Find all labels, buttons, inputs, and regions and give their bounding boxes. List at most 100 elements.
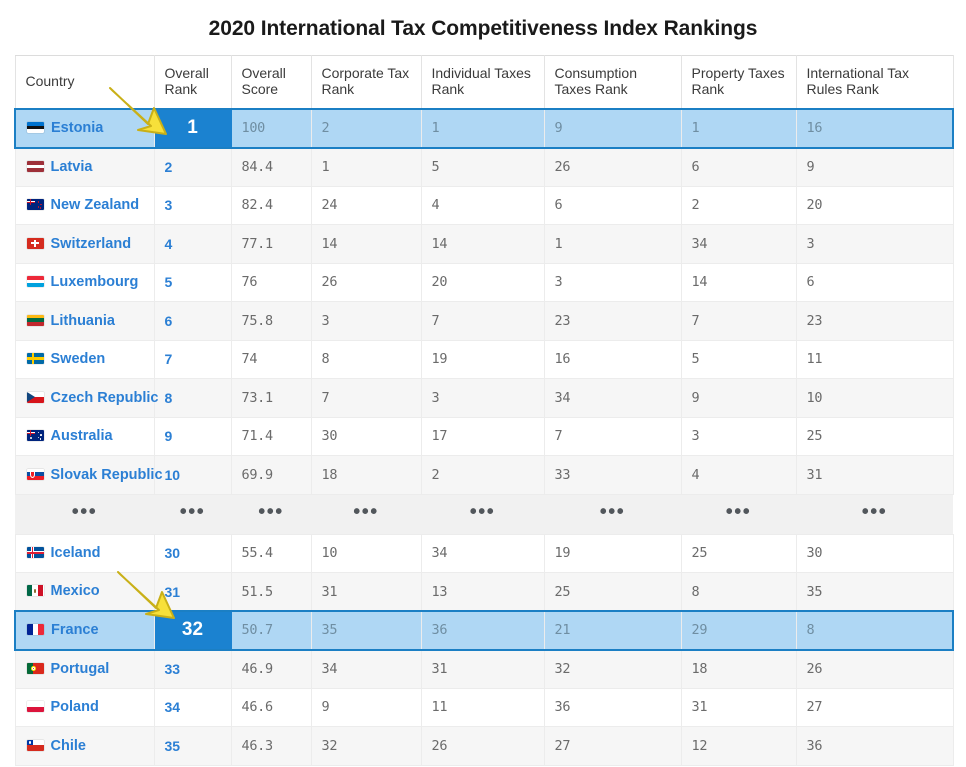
rankings-table-container: Country Overall Rank Overall Score Corpo… [14,55,954,766]
cell-country[interactable]: Iceland [14,533,155,573]
cell-consumption-taxes-rank: 33 [543,455,682,495]
cell-country[interactable]: New Zealand [14,185,155,225]
cell-property-taxes-rank: 25 [680,533,797,573]
cell-overall-rank[interactable]: 3 [153,185,232,225]
table-row[interactable]: Switzerland 4 77.1 14 14 1 34 3 [14,224,954,264]
cell-country[interactable]: Estonia [14,108,155,149]
cell-overall-rank[interactable]: 34 [153,687,232,727]
cell-country[interactable]: Sweden [14,339,155,379]
column-header-consumption-taxes-rank[interactable]: Consumption Taxes Rank [543,55,682,110]
cell-country[interactable]: Luxembourg [14,262,155,302]
cell-country[interactable]: Poland [14,687,155,727]
cell-corporate-tax-rank: 10 [310,533,422,573]
cell-country[interactable]: Australia [14,416,155,456]
ellipsis-cell: ••• [796,493,953,535]
cell-international-tax-rules-rank: 27 [795,687,954,727]
cell-overall-rank[interactable]: 4 [153,224,232,264]
cell-country[interactable]: Mexico [14,572,155,612]
flag-france-icon [27,624,44,636]
cell-overall-score: 76 [230,262,312,302]
rankings-table: Country Overall Rank Overall Score Corpo… [14,55,954,766]
cell-overall-rank[interactable]: 2 [153,147,232,187]
cell-country[interactable]: Portugal [14,649,155,689]
cell-corporate-tax-rank: 7 [310,378,422,418]
cell-overall-rank[interactable]: 10 [153,455,232,495]
cell-overall-rank[interactable]: 30 [153,533,232,573]
column-header-international-tax-rules-rank[interactable]: International Tax Rules Rank [795,55,954,110]
cell-international-tax-rules-rank: 10 [795,378,954,418]
cell-international-tax-rules-rank: 11 [795,339,954,379]
cell-overall-rank[interactable]: 35 [153,726,232,766]
table-row[interactable]: Estonia 1 100 2 1 9 1 16 [14,108,954,149]
ellipsis-dots: ••• [179,501,206,523]
cell-country[interactable]: France [14,610,155,651]
cell-country[interactable]: Latvia [14,147,155,187]
page-title: 2020 International Tax Competitiveness I… [208,17,758,40]
table-row[interactable]: Poland 34 46.6 9 11 36 31 27 [14,687,954,727]
cell-consumption-taxes-rank: 23 [543,301,682,341]
cell-overall-rank[interactable]: 7 [153,339,232,379]
table-row[interactable]: Sweden 7 74 8 19 16 5 11 [14,339,954,379]
cell-overall-rank[interactable]: 5 [153,262,232,302]
flag-new-zealand-icon [26,199,44,211]
cell-individual-taxes-rank: 5 [420,147,545,187]
cell-individual-taxes-rank: 1 [420,108,545,149]
table-row[interactable]: Portugal 33 46.9 34 31 32 18 26 [14,649,954,689]
table-row[interactable]: Slovak Republic 10 69.9 18 2 33 4 31 [14,455,954,495]
cell-overall-score: 77.1 [230,224,312,264]
cell-overall-rank[interactable]: 32 [153,610,232,651]
ellipsis-dots: ••• [258,501,284,523]
cell-overall-rank[interactable]: 31 [153,572,232,612]
column-header-corporate-tax-rank[interactable]: Corporate Tax Rank [310,55,422,110]
ellipsis-cell: ••• [15,493,154,535]
column-header-consumption-taxes-rank-line2: Taxes Rank [554,81,628,97]
table-row[interactable]: Latvia 2 84.4 1 5 26 6 9 [14,147,954,187]
cell-international-tax-rules-rank: 6 [795,262,954,302]
table-row[interactable]: France 32 50.7 35 36 21 29 8 [14,610,954,651]
cell-country[interactable]: Slovak Republic [14,455,163,495]
cell-overall-score: 73.1 [230,378,312,418]
column-header-individual-taxes-rank[interactable]: Individual Taxes Rank [420,55,545,110]
cell-consumption-taxes-rank: 7 [543,416,682,456]
cell-overall-rank[interactable]: 8 [153,378,232,418]
cell-corporate-tax-rank: 18 [310,455,422,495]
cell-overall-rank[interactable]: 33 [153,649,232,689]
cell-country[interactable]: Switzerland [14,224,155,264]
column-header-property-taxes-rank[interactable]: Property Taxes Rank [680,55,797,110]
cell-overall-score: 46.6 [230,687,312,727]
column-header-overall-score[interactable]: Overall Score [230,55,312,110]
column-header-overall-rank[interactable]: Overall Rank [153,55,232,110]
cell-individual-taxes-rank: 26 [420,726,545,766]
cell-overall-rank[interactable]: 1 [153,108,232,149]
flag-lithuania-icon [26,314,44,326]
table-row[interactable]: Luxembourg 5 76 26 20 3 14 6 [14,262,954,302]
cell-property-taxes-rank: 8 [680,572,797,612]
cell-consumption-taxes-rank: 25 [543,572,682,612]
cell-overall-rank[interactable]: 6 [153,301,232,341]
table-row[interactable]: Australia 9 71.4 30 17 7 3 25 [14,416,954,456]
table-row[interactable]: Chile 35 46.3 32 26 27 12 36 [14,726,954,766]
table-row[interactable]: Iceland 30 55.4 10 34 19 25 30 [14,533,954,573]
cell-overall-score: 51.5 [230,572,312,612]
cell-overall-rank[interactable]: 9 [153,416,232,456]
table-row[interactable]: New Zealand 3 82.4 24 4 6 2 20 [14,185,954,225]
country-name: Portugal [50,661,110,678]
cell-country[interactable]: Lithuania [14,301,155,341]
table-row[interactable]: Mexico 31 51.5 31 13 25 8 35 [14,572,954,612]
cell-international-tax-rules-rank: 35 [795,572,954,612]
cell-overall-score: 82.4 [230,185,312,225]
cell-country[interactable]: Czech Republic [14,378,158,418]
cell-country[interactable]: Chile [14,726,155,766]
cell-international-tax-rules-rank: 30 [795,533,954,573]
country-name: Switzerland [50,235,132,252]
column-header-corporate-tax-rank-line1: Corporate Tax [321,65,410,81]
table-row[interactable]: Czech Republic 8 73.1 7 3 34 9 10 [14,378,954,418]
cell-corporate-tax-rank: 8 [310,339,422,379]
table-header-row: Country Overall Rank Overall Score Corpo… [14,55,954,110]
cell-consumption-taxes-rank: 1 [543,224,682,264]
cell-corporate-tax-rank: 14 [310,224,422,264]
table-row[interactable]: Lithuania 6 75.8 3 7 23 7 23 [14,301,954,341]
column-header-country[interactable]: Country [14,55,155,110]
cell-corporate-tax-rank: 35 [310,610,422,651]
cell-individual-taxes-rank: 19 [420,339,545,379]
